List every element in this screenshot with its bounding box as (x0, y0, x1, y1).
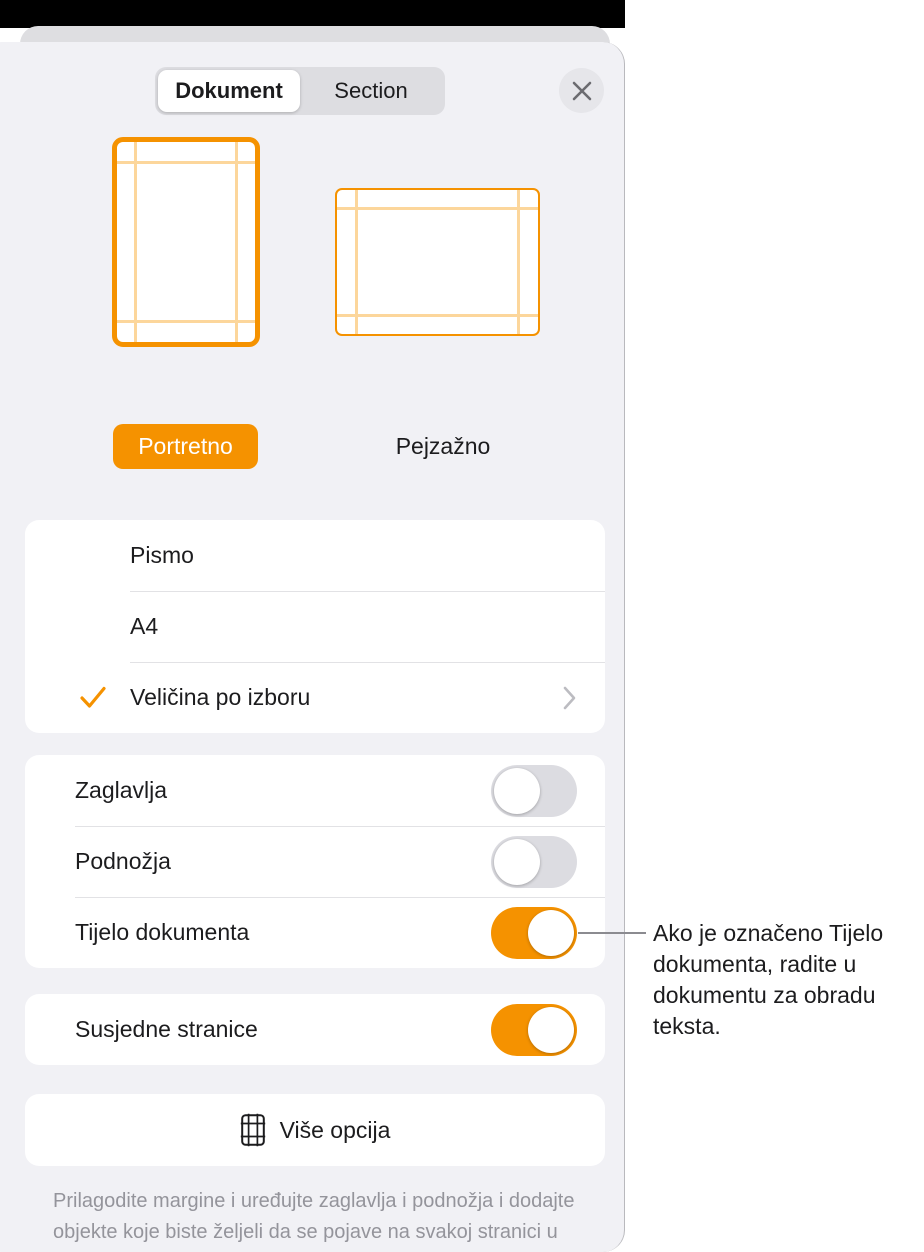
facing-pages-toggle[interactable] (491, 1003, 577, 1056)
document-setup-popover: Dokument Section Portretno Pejzažno Pism… (0, 42, 625, 1252)
facing-pages-row[interactable]: Susjedne stranice (25, 994, 605, 1065)
page-portrait-icon[interactable] (112, 137, 260, 347)
footers-row[interactable]: Podnožja (25, 826, 605, 897)
orientation-landscape-button[interactable]: Pejzažno (358, 424, 528, 469)
footers-label: Podnožja (75, 848, 171, 874)
more-options-button[interactable]: Više opcija (25, 1094, 605, 1166)
orientation-portrait-label: Portretno (138, 433, 233, 459)
page-margins-icon (240, 1113, 265, 1147)
callout-leader-line (578, 932, 646, 934)
page-landscape-icon[interactable] (335, 188, 540, 336)
more-options-label: Više opcija (279, 1116, 391, 1143)
chevron-right-icon (563, 686, 576, 709)
toggle-knob (528, 909, 574, 956)
document-body-toggle[interactable] (491, 906, 577, 959)
headers-toggle[interactable] (491, 764, 577, 817)
popover-tab-bar[interactable]: Dokument Section (155, 67, 445, 115)
footer-hint-text: Prilagodite margine i uređujte zaglavlja… (53, 1190, 575, 1243)
list-item-pismo[interactable]: Pismo (25, 520, 605, 591)
headers-label: Zaglavlja (75, 777, 168, 803)
orientation-portrait-button[interactable]: Portretno (113, 424, 258, 469)
document-body-label: Tijelo dokumenta (75, 919, 250, 945)
checkmark-icon (80, 686, 106, 708)
close-icon (572, 81, 591, 100)
paper-size-list: Pismo A4 Veličina po izboru (25, 520, 605, 733)
status-bar-strip (0, 0, 625, 28)
list-item-a4[interactable]: A4 (25, 591, 605, 662)
orientation-buttons: Portretno Pejzažno (0, 424, 625, 472)
toggle-knob (494, 838, 540, 885)
footers-toggle[interactable] (491, 835, 577, 888)
headers-row[interactable]: Zaglavlja (25, 755, 605, 826)
document-body-row[interactable]: Tijelo dokumenta (25, 897, 605, 968)
tab-section-label: Section (334, 78, 408, 103)
toggle-knob (494, 767, 540, 814)
list-item-label: Pismo (130, 542, 194, 568)
tab-dokument-label: Dokument (175, 78, 283, 103)
list-item-label: A4 (130, 613, 159, 639)
list-item-custom-size[interactable]: Veličina po izboru (25, 662, 605, 733)
list-item-label: Veličina po izboru (130, 684, 311, 710)
orientation-previews (0, 134, 625, 359)
callout-text: Ako je označeno Tijelo dokumenta, radite… (653, 920, 884, 1039)
toggle-knob (528, 1006, 574, 1053)
tab-section[interactable]: Section (300, 70, 442, 112)
screenshot-root: Dokument Section Portretno Pejzažno Pism… (0, 0, 924, 1252)
toggles-group-2: Susjedne stranice (25, 994, 605, 1065)
toggles-group-1: Zaglavlja Podnožja Tijelo dokumenta (25, 755, 605, 968)
facing-pages-label: Susjedne stranice (75, 1016, 258, 1042)
orientation-landscape-label: Pejzažno (395, 433, 491, 459)
tab-dokument[interactable]: Dokument (158, 70, 300, 112)
close-button[interactable] (559, 68, 604, 113)
